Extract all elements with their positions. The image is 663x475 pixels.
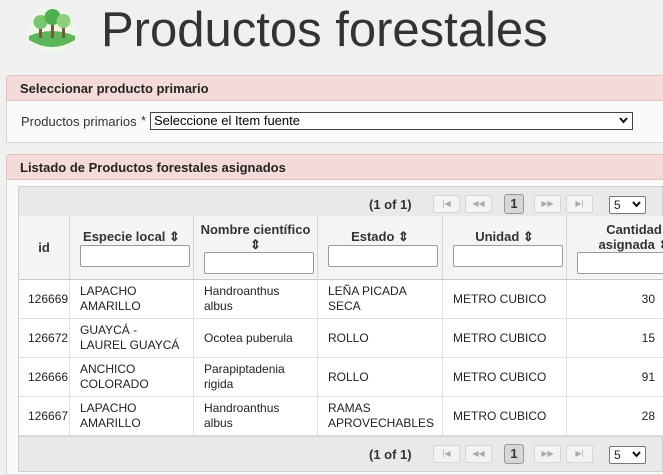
filter-unidad-input[interactable] xyxy=(453,245,563,267)
filter-estado-input[interactable] xyxy=(328,245,438,267)
column-header-especie[interactable]: Especie local ⇕ xyxy=(70,216,194,280)
forest-logo-icon xyxy=(29,7,75,53)
page-1-button[interactable]: 1 xyxy=(504,444,524,464)
column-title: id xyxy=(38,240,50,255)
sort-icon: ⇕ xyxy=(659,237,663,252)
cell-nombre: Handroanthus albus xyxy=(194,280,318,319)
page-report: (1 of 1) xyxy=(369,447,412,462)
last-page-button[interactable]: ▶| xyxy=(566,195,593,213)
cell-cantidad: 30 xyxy=(567,280,663,319)
column-title: Nombre científico xyxy=(200,222,311,237)
last-page-icon: ▶| xyxy=(575,199,584,208)
cell-cantidad: 15 xyxy=(567,319,663,358)
rows-per-page-value: 5 xyxy=(614,448,621,462)
column-title: Especie local xyxy=(83,229,166,244)
next-page-button[interactable]: ▶▶ xyxy=(534,195,561,213)
next-page-icon: ▶▶ xyxy=(541,199,554,208)
rows-per-page-value: 5 xyxy=(614,198,621,212)
column-header-unidad[interactable]: Unidad ⇕ xyxy=(443,216,567,280)
page-1-button[interactable]: 1 xyxy=(504,194,524,214)
primary-panel-header: Seleccionar producto primario xyxy=(6,75,663,101)
chevron-down-icon xyxy=(632,451,641,458)
primary-products-label: Productos primarios xyxy=(21,114,137,129)
column-title: Estado xyxy=(351,229,395,244)
next-page-button[interactable]: ▶▶ xyxy=(534,445,561,463)
page-title: Productos forestales xyxy=(101,3,548,57)
cell-cantidad: 28 xyxy=(567,397,663,436)
cell-unidad: METRO CUBICO xyxy=(443,397,567,436)
sort-icon: ⇕ xyxy=(522,229,534,244)
cell-especie: GUAYCÁ - LAUREL GUAYCÁ xyxy=(70,319,194,358)
cell-estado: ROLLO xyxy=(318,358,443,397)
sort-icon: ⇕ xyxy=(398,229,409,244)
primary-products-select-value: Seleccione el Item fuente xyxy=(154,113,300,128)
chevron-down-icon xyxy=(632,201,641,208)
prev-page-button[interactable]: ◀◀ xyxy=(465,195,492,213)
last-page-icon: ▶| xyxy=(575,449,584,458)
column-header-nombre[interactable]: Nombre científico ⇕ xyxy=(194,216,318,280)
last-page-button[interactable]: ▶| xyxy=(566,445,593,463)
cell-estado: LEÑA PICADA SECA xyxy=(318,280,443,319)
chevron-down-icon xyxy=(619,117,628,124)
next-page-icon: ▶▶ xyxy=(541,449,554,458)
cell-id: 126666 xyxy=(19,358,70,397)
first-page-button[interactable]: |◀ xyxy=(433,195,460,213)
page-header: Productos forestales xyxy=(0,0,663,62)
sort-icon: ⇕ xyxy=(169,229,180,244)
prev-page-icon: ◀◀ xyxy=(472,449,485,458)
filter-especie-input[interactable] xyxy=(80,245,190,267)
page-report: (1 of 1) xyxy=(369,197,412,212)
column-title: Cantidad asignada xyxy=(598,222,662,252)
assigned-list-header: Listado de Productos forestales asignado… xyxy=(6,154,663,180)
assigned-products-table: id Especie local ⇕ Nombre científico ⇕ E… xyxy=(18,216,663,438)
column-header-id: id xyxy=(19,216,70,280)
primary-products-select[interactable]: Seleccione el Item fuente xyxy=(150,112,633,130)
cell-unidad: METRO CUBICO xyxy=(443,319,567,358)
rows-per-page-select[interactable]: 5 xyxy=(609,446,646,464)
first-page-icon: |◀ xyxy=(442,449,451,458)
rows-per-page-select[interactable]: 5 xyxy=(609,196,646,214)
prev-page-button[interactable]: ◀◀ xyxy=(465,445,492,463)
cell-especie: LAPACHO AMARILLO xyxy=(70,280,194,319)
cell-id: 126667 xyxy=(19,397,70,436)
cell-unidad: METRO CUBICO xyxy=(443,358,567,397)
prev-page-icon: ◀◀ xyxy=(472,199,485,208)
filter-nombre-input[interactable] xyxy=(204,252,314,274)
column-header-estado[interactable]: Estado ⇕ xyxy=(318,216,443,280)
first-page-button[interactable]: |◀ xyxy=(433,445,460,463)
sort-icon: ⇕ xyxy=(250,237,261,252)
first-page-icon: |◀ xyxy=(442,199,451,208)
cell-cantidad: 91 xyxy=(567,358,663,397)
cell-estado: RAMAS APROVECHABLES xyxy=(318,397,443,436)
filter-cantidad-input[interactable] xyxy=(577,252,663,274)
cell-nombre: Parapiptadenia rigida xyxy=(194,358,318,397)
cell-unidad: METRO CUBICO xyxy=(443,280,567,319)
required-mark: * xyxy=(141,113,147,128)
cell-id: 126672 xyxy=(19,319,70,358)
cell-especie: ANCHICO COLORADO xyxy=(70,358,194,397)
cell-nombre: Handroanthus albus xyxy=(194,397,318,436)
cell-id: 126669 xyxy=(19,280,70,319)
paginator-bottom: (1 of 1) |◀ ◀◀ 1 ▶▶ ▶| 5 xyxy=(18,436,663,472)
column-header-cantidad[interactable]: Cantidad asignada ⇕ xyxy=(567,216,663,280)
cell-nombre: Ocotea puberula xyxy=(194,319,318,358)
cell-estado: ROLLO xyxy=(318,319,443,358)
column-title: Unidad xyxy=(475,229,520,244)
cell-especie: LAPACHO AMARILLO xyxy=(70,397,194,436)
